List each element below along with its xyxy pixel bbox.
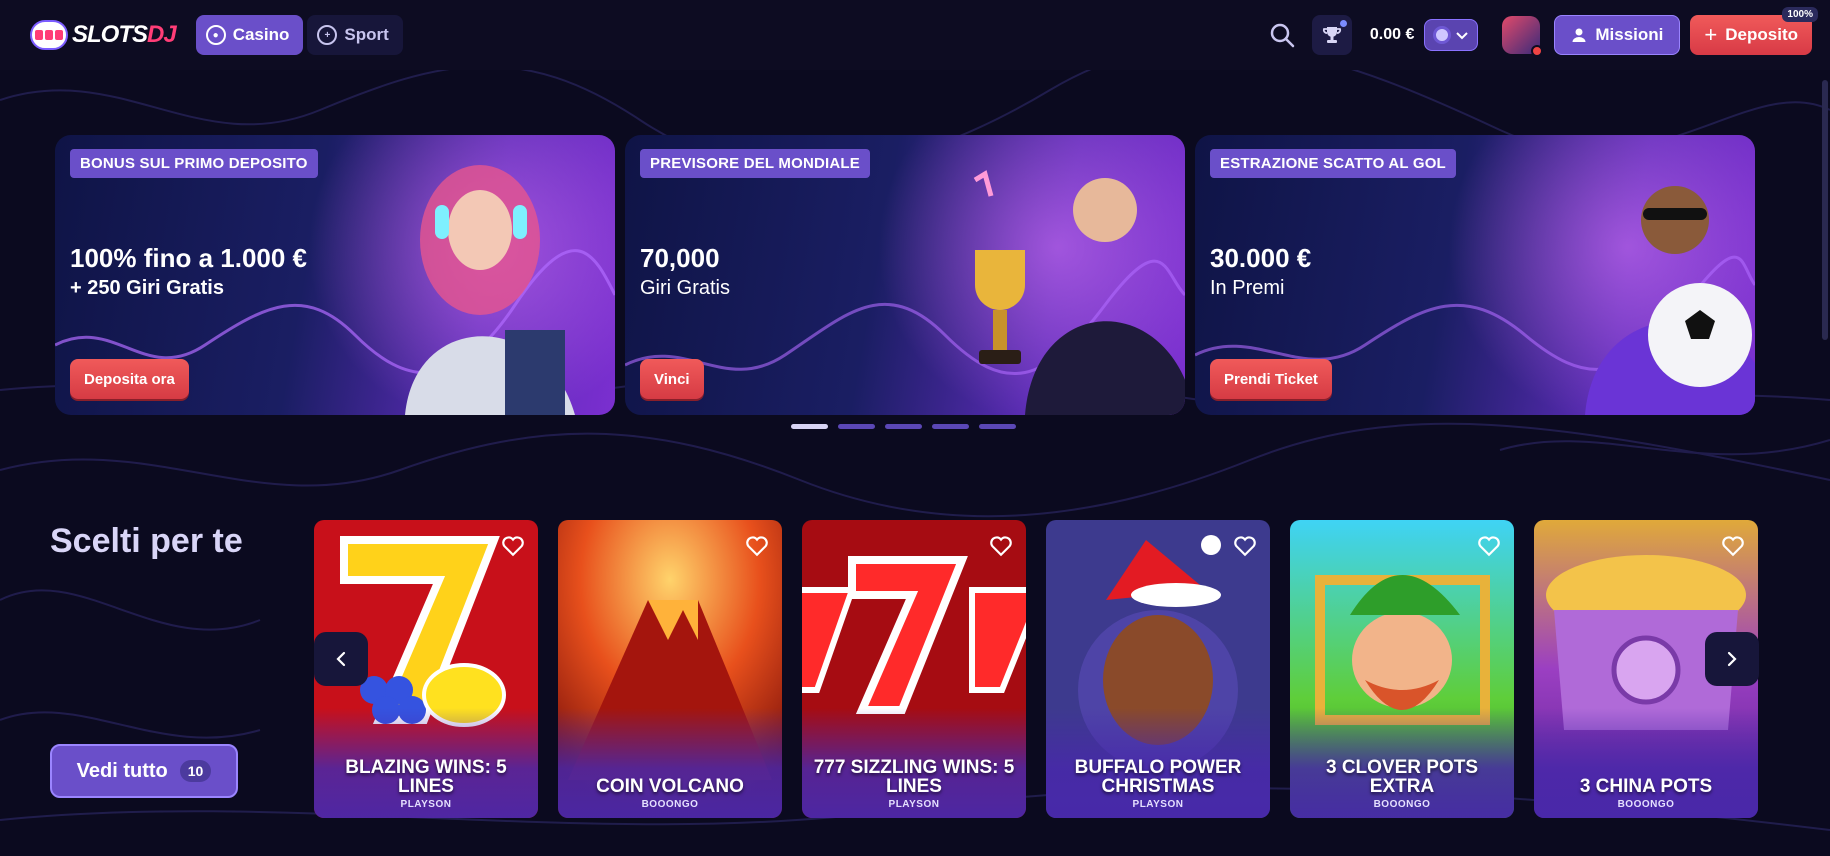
nav-sport-tab[interactable]: + Sport (307, 15, 403, 55)
basketball-icon: + (317, 25, 338, 45)
banner-title: 30.000 € (1210, 243, 1312, 273)
heart-icon[interactable] (1232, 532, 1258, 558)
tournaments-button[interactable] (1311, 15, 1352, 55)
logo-text: SLOTS (72, 21, 148, 48)
search-button[interactable] (1262, 15, 1302, 55)
page-scrollbar[interactable] (1822, 80, 1828, 340)
heart-icon[interactable] (1476, 532, 1502, 558)
heart-icon[interactable] (1720, 532, 1746, 558)
carousel-dot[interactable] (838, 424, 875, 429)
plus-icon: + (1704, 22, 1718, 47)
banner-subtitle: In Premi (1210, 277, 1285, 299)
game-title: COIN VOLCANO (596, 776, 744, 797)
chevron-right-icon (1727, 651, 1737, 667)
missions-button[interactable]: Missioni (1554, 15, 1681, 55)
site-logo[interactable]: SLOTSDJ (30, 20, 177, 50)
game-card[interactable]: 777 SIZZLING WINS: 5 LINES PLAYSON (802, 520, 1026, 818)
game-provider: PLAYSON (1132, 799, 1184, 810)
promo-banner-first-deposit[interactable]: BONUS SUL PRIMO DEPOSITO 100% fino a 1.0… (55, 135, 615, 415)
missions-label: Missioni (1595, 25, 1664, 44)
currency-selector[interactable] (1424, 19, 1479, 51)
game-card[interactable]: 3 CLOVER POTS EXTRA BOOONGO (1290, 520, 1514, 818)
chevron-down-icon (1456, 32, 1469, 40)
nav-casino-tab[interactable]: ● Casino (195, 15, 304, 55)
deposit-bonus-badge: 100% (1782, 7, 1818, 22)
promo-banner-goal-draw[interactable]: ESTRAZIONE SCATTO AL GOL 30.000 € In Pre… (1195, 135, 1755, 415)
banner-title: 100% fino a 1.000 € (70, 243, 308, 273)
header-actions: 0.00 € Missioni + Deposito 100% (1262, 7, 1818, 57)
carousel-prev-button[interactable] (314, 632, 368, 686)
top-header: SLOTSDJ ● Casino + Sport 0.00 € Missioni… (0, 0, 1830, 70)
nav-sport-label: Sport (344, 25, 389, 44)
user-avatar[interactable] (1502, 16, 1544, 57)
banner-tag: ESTRAZIONE SCATTO AL GOL (1210, 149, 1456, 178)
game-card[interactable]: BUFFALO POWER CHRISTMAS PLAYSON (1046, 520, 1270, 818)
banner-tag: PREVISORE DEL MONDIALE (640, 149, 870, 178)
deposit-now-button[interactable]: Deposita ora (70, 359, 189, 399)
banner-tag: BONUS SUL PRIMO DEPOSITO (70, 149, 318, 178)
game-title: BLAZING WINS: 5 LINES (345, 757, 507, 797)
deposit-button[interactable]: + Deposito 100% (1690, 7, 1818, 55)
deposit-label: Deposito (1725, 25, 1798, 44)
notification-dot (1339, 20, 1347, 27)
game-card[interactable]: COIN VOLCANO BOOONGO (558, 520, 782, 818)
woman-headphones-illustration (405, 165, 575, 415)
nav-casino-label: Casino (232, 25, 290, 44)
section-title: Scelti per te (50, 522, 243, 560)
trophy-icon (1322, 27, 1341, 43)
carousel-pagination (791, 424, 1016, 429)
game-provider: PLAYSON (888, 799, 940, 810)
game-provider: PLAYSON (400, 799, 452, 810)
avatar-status-badge (1531, 45, 1544, 57)
heart-icon[interactable] (500, 532, 526, 558)
game-carousel: BLAZING WINS: 5 LINES PLAYSON COIN VOLCA… (314, 520, 1758, 818)
logo-mark-icon (30, 20, 68, 50)
banner-title: 70,000 (640, 243, 720, 273)
carousel-dot[interactable] (979, 424, 1016, 429)
promo-banner-world-cup[interactable]: PREVISORE DEL MONDIALE 70,000 Giri Grati… (625, 135, 1185, 415)
banner-subtitle: Giri Gratis (640, 277, 730, 299)
football-player-trophy-illustration (973, 170, 1185, 415)
search-icon (1270, 23, 1295, 48)
casino-icon: ● (205, 25, 226, 45)
wallet-balance: 0.00 € (1369, 26, 1415, 43)
win-button[interactable]: Vinci (640, 359, 704, 399)
game-provider: BOOONGO (1617, 799, 1675, 810)
game-title: 3 CHINA POTS (1579, 776, 1713, 797)
player-with-ball-illustration (1585, 186, 1755, 415)
get-ticket-button[interactable]: Prendi Ticket (1210, 359, 1332, 399)
carousel-dot[interactable] (932, 424, 969, 429)
coin-icon (1433, 26, 1452, 44)
carousel-dot[interactable] (791, 424, 828, 429)
banner-subtitle: + 250 Giri Gratis (70, 277, 224, 299)
view-all-button[interactable]: Vedi tutto 10 (50, 744, 238, 798)
logo-accent: DJ (147, 21, 177, 48)
game-title: 777 SIZZLING WINS: 5 LINES (813, 757, 1015, 797)
promo-carousel: BONUS SUL PRIMO DEPOSITO 100% fino a 1.0… (55, 135, 1755, 415)
game-title: 3 CLOVER POTS EXTRA (1325, 757, 1479, 797)
chevron-left-icon (336, 651, 346, 667)
carousel-next-button[interactable] (1705, 632, 1759, 686)
view-all-label: Vedi tutto (76, 759, 168, 782)
game-provider: BOOONGO (641, 799, 699, 810)
game-title: BUFFALO POWER CHRISTMAS (1074, 757, 1242, 797)
game-provider: BOOONGO (1373, 799, 1431, 810)
user-icon (1572, 28, 1586, 42)
heart-icon[interactable] (744, 532, 770, 558)
heart-icon[interactable] (988, 532, 1014, 558)
view-all-count: 10 (179, 760, 212, 782)
carousel-dot[interactable] (885, 424, 922, 429)
